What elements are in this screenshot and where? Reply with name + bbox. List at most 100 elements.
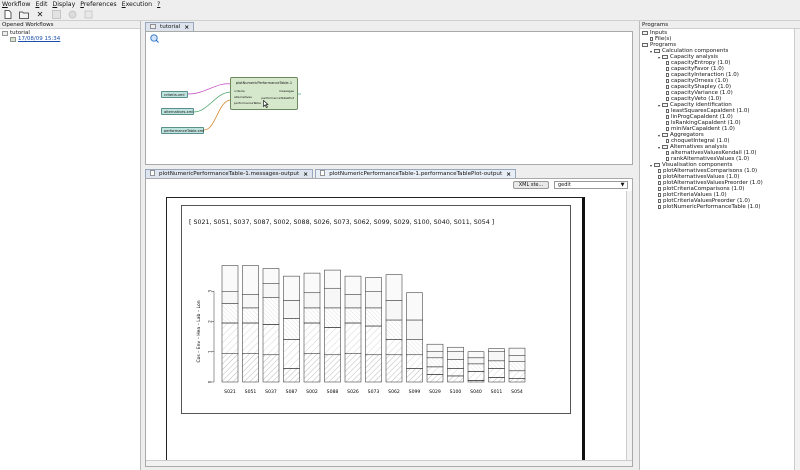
port-messages[interactable]: messages: [279, 89, 294, 93]
connections: [187, 83, 301, 131]
plot-node[interactable]: plotNumericPerformanceTable-1 criteria a…: [230, 77, 298, 110]
tab-messages-output[interactable]: plotNumericPerformanceTable-1.messages-o…: [145, 169, 314, 178]
bar-segment: [303, 307, 321, 324]
file-icon: [666, 151, 669, 155]
vertical-scrollbar[interactable]: [794, 29, 800, 470]
bar-segment: [488, 348, 505, 353]
bar-segment: [447, 359, 464, 369]
port-performance-table[interactable]: performanceTable: [234, 101, 261, 105]
new-file-icon[interactable]: [3, 10, 13, 20]
tree-leaf[interactable]: plotNumericPerformanceTable (1.0): [642, 204, 798, 210]
bar-segment: [426, 357, 444, 368]
file-icon: [666, 127, 669, 131]
close-tab-icon[interactable]: ×: [303, 171, 308, 178]
bar-segment: [221, 303, 239, 324]
bar-segment: [365, 354, 382, 383]
bar-segment: [508, 355, 526, 362]
file-icon: [666, 61, 669, 65]
bar-segment: [365, 291, 382, 309]
menu-?[interactable]: ?: [157, 1, 160, 8]
horizontal-scrollbar[interactable]: [146, 460, 632, 466]
bar-segment: [242, 353, 259, 383]
bar-segment: [385, 300, 403, 321]
output-tab-strip: plotNumericPerformanceTable-1.messages-o…: [143, 168, 635, 178]
workflow-canvas[interactable]: criteria.xml alternatives.xml performanc…: [145, 31, 633, 165]
workflow-run-link[interactable]: 17/08/09 15:34: [18, 36, 60, 42]
run-icon[interactable]: [67, 10, 77, 20]
tab-label: plotNumericPerformanceTable-1.messages-o…: [159, 171, 300, 177]
bar-segment: [262, 268, 280, 284]
plot-area: [ S021, S051, S037, S087, S002, S088, S0…: [181, 205, 571, 414]
x-tick-label: S040: [470, 389, 482, 395]
y-tick-label: 2: [208, 320, 213, 323]
bar-segment: [324, 269, 341, 289]
bar-segment: [488, 368, 505, 378]
file-icon: [666, 115, 669, 119]
bar-segment: [365, 277, 382, 292]
x-tick-label: S011: [491, 389, 503, 395]
menu-display[interactable]: Display: [52, 1, 75, 8]
file-icon: [666, 121, 669, 125]
bar-segment: [324, 354, 341, 383]
bar-segment: [447, 368, 464, 377]
alternatives-node[interactable]: alternatives.xml: [161, 108, 194, 115]
workflow-icon: [150, 23, 156, 31]
workflow-run-item[interactable]: 17/08/09 15:34: [2, 36, 138, 42]
bar-segment: [262, 297, 280, 325]
tab-label: plotNumericPerformanceTable-1.performanc…: [329, 171, 503, 177]
bar-segment: [508, 361, 526, 372]
mouse-cursor-icon: [263, 99, 269, 110]
viewer-select[interactable]: gedit ▼: [554, 181, 628, 189]
file-icon: [666, 157, 669, 161]
bar-segment: [242, 322, 259, 354]
bar-segment: [344, 353, 362, 383]
menu-execution[interactable]: Execution: [122, 1, 152, 8]
port-criteria[interactable]: criteria: [234, 89, 245, 93]
bar-segment: [283, 368, 300, 383]
close-icon[interactable]: ✕: [35, 10, 45, 20]
x-tick-label: S099: [409, 389, 421, 395]
menu-edit[interactable]: Edit: [35, 1, 47, 8]
bar-segment: [344, 322, 362, 354]
folder-icon: [642, 31, 648, 35]
bar-segment: [385, 354, 403, 383]
bar-segment: [447, 375, 464, 383]
workflow-icon: [2, 30, 8, 36]
vertical-scrollbar[interactable]: [626, 191, 632, 462]
xml-button[interactable]: XML ste...: [513, 181, 549, 189]
menu-bar: Workflow Edit Display Preferences Execution?: [0, 0, 800, 9]
panel-title: Opened Workflows: [0, 21, 140, 29]
criteria-node[interactable]: criteria.xml: [161, 91, 188, 98]
performance-table-node[interactable]: performanceTable.xml: [161, 127, 204, 134]
programs-tree: Inputs File(s) Programs ▾ Calculation compon…: [640, 29, 800, 211]
bar-segment: [365, 325, 382, 356]
bar-segment: [303, 292, 321, 309]
menu-workflow[interactable]: Workflow: [2, 1, 30, 8]
tab-tutorial[interactable]: tutorial ×: [145, 22, 195, 31]
panel-title: Programs: [640, 21, 800, 29]
close-tab-icon[interactable]: ×: [184, 24, 189, 31]
tab-plot-output[interactable]: plotNumericPerformanceTable-1.performanc…: [315, 169, 517, 178]
file-icon: [658, 187, 661, 191]
port-alternatives[interactable]: alternatives: [234, 95, 252, 99]
bar-segment: [426, 366, 444, 375]
run-folder-icon: [10, 36, 16, 42]
bar-segment: [447, 346, 464, 352]
stop-icon[interactable]: [83, 10, 93, 20]
bar-segment: [426, 351, 444, 359]
bar-segment: [365, 307, 382, 327]
menu-preferences[interactable]: Preferences: [80, 1, 116, 8]
x-tick-label: S002: [306, 389, 318, 395]
bar-segment: [406, 292, 423, 321]
bar-segment: [303, 353, 321, 383]
y-axis-label: Cos – Env – Hea – Lab – Lon: [196, 300, 202, 362]
x-tick-label: S100: [450, 389, 462, 395]
close-tab-icon[interactable]: ×: [506, 171, 511, 178]
x-tick-label: S088: [327, 389, 339, 395]
bar-segment: [221, 322, 239, 354]
file-icon: [666, 91, 669, 95]
save-icon[interactable]: [51, 10, 61, 20]
open-folder-icon[interactable]: [19, 10, 29, 20]
folder-icon: [662, 103, 668, 107]
bar-segment: [488, 377, 505, 383]
